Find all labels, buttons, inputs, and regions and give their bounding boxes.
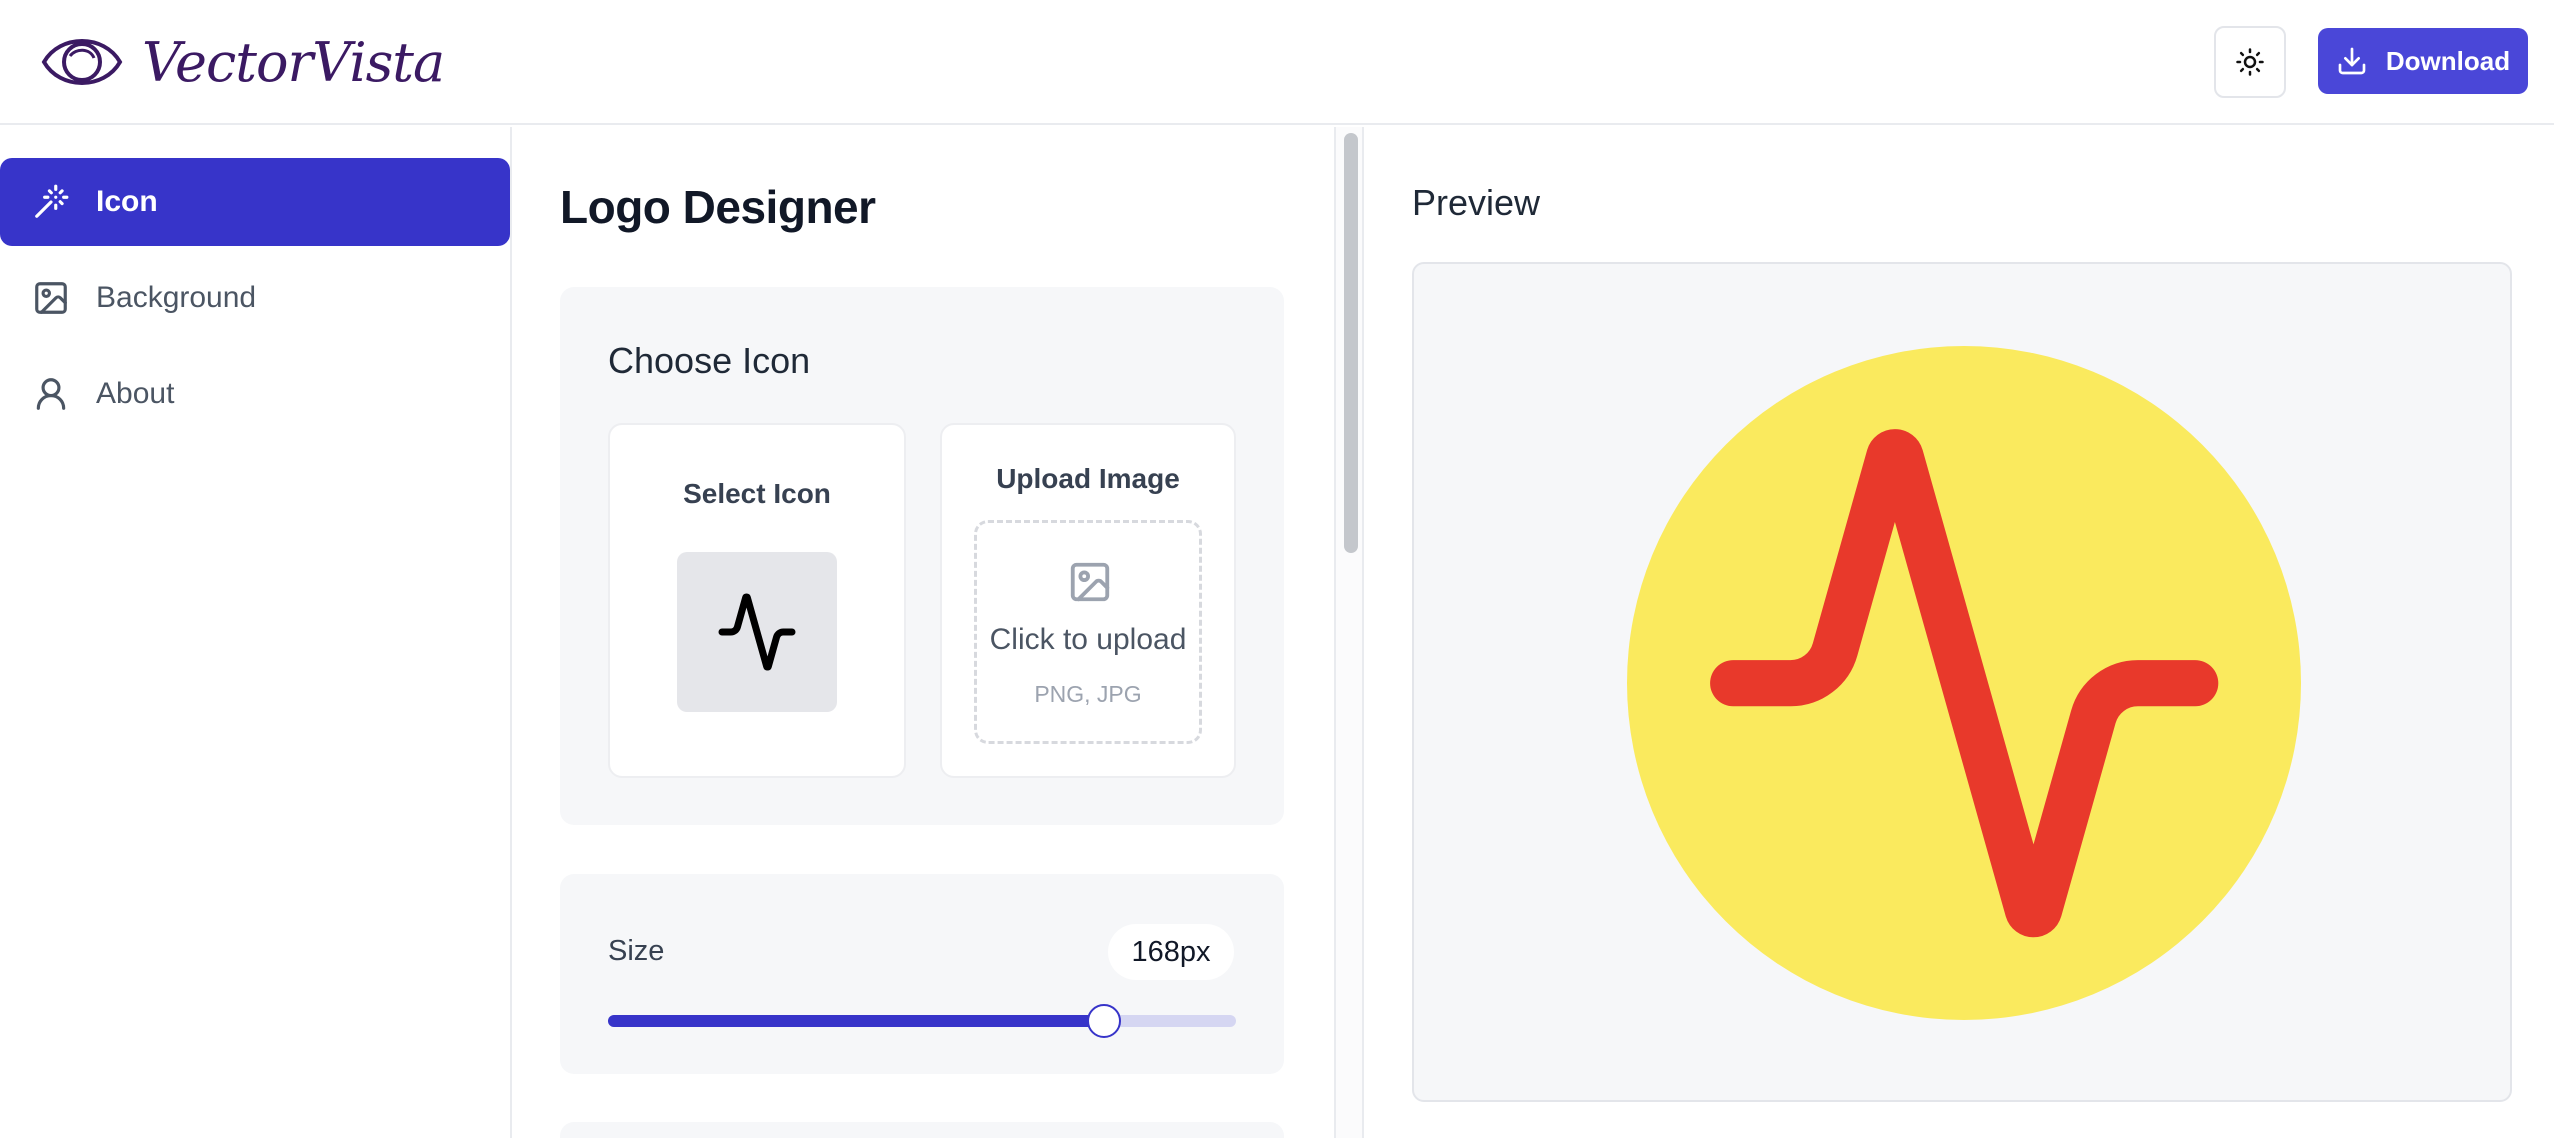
download-button[interactable]: Download xyxy=(2318,28,2528,94)
logo-preview xyxy=(1627,346,2301,1020)
page-title: Logo Designer xyxy=(560,181,876,233)
eye-logo-icon xyxy=(41,39,123,85)
activity-icon xyxy=(718,593,796,671)
download-icon xyxy=(2338,47,2366,75)
magic-wand-icon xyxy=(35,184,69,218)
sidebar-item-about[interactable]: About xyxy=(0,350,510,438)
choose-icon-title: Choose Icon xyxy=(608,340,811,381)
preview-title: Preview xyxy=(1412,182,1541,223)
sidebar-item-label: About xyxy=(96,377,175,410)
app-logo[interactable]: VectorVista xyxy=(40,28,445,96)
next-card xyxy=(560,1122,1284,1138)
size-slider-fill xyxy=(608,1015,1105,1027)
app-name: VectorVista xyxy=(142,30,445,94)
select-icon-label: Select Icon xyxy=(683,478,831,509)
top-header: VectorVista Download xyxy=(0,0,2554,125)
sun-icon xyxy=(2236,48,2264,76)
image-icon xyxy=(1070,562,1110,602)
upload-formats: PNG, JPG xyxy=(1034,681,1142,707)
size-value-badge: 168px xyxy=(1108,924,1234,980)
sidebar-item-icon[interactable]: Icon xyxy=(0,158,510,246)
panel-scrollbar[interactable] xyxy=(1334,127,1364,1138)
upload-image-label: Upload Image xyxy=(996,463,1180,494)
image-icon xyxy=(35,282,67,314)
sidebar-item-label: Icon xyxy=(96,185,158,218)
size-label: Size xyxy=(608,935,665,967)
sidebar-item-background[interactable]: Background xyxy=(0,254,510,342)
upload-prompt: Click to upload xyxy=(989,623,1187,656)
user-icon xyxy=(36,378,66,410)
sidebar-item-label: Background xyxy=(96,281,257,314)
download-label: Download xyxy=(2385,45,2511,76)
selected-icon-button[interactable] xyxy=(677,552,837,712)
theme-toggle-button[interactable] xyxy=(2214,26,2286,98)
scrollbar-thumb[interactable] xyxy=(1344,133,1358,553)
size-slider-thumb[interactable] xyxy=(1087,1004,1122,1038)
upload-dropzone[interactable]: Click to upload PNG, JPG xyxy=(974,520,1202,744)
preview-canvas xyxy=(1412,262,2512,1102)
size-slider[interactable] xyxy=(608,1004,1236,1038)
sidebar: Icon Background About xyxy=(0,127,512,1138)
